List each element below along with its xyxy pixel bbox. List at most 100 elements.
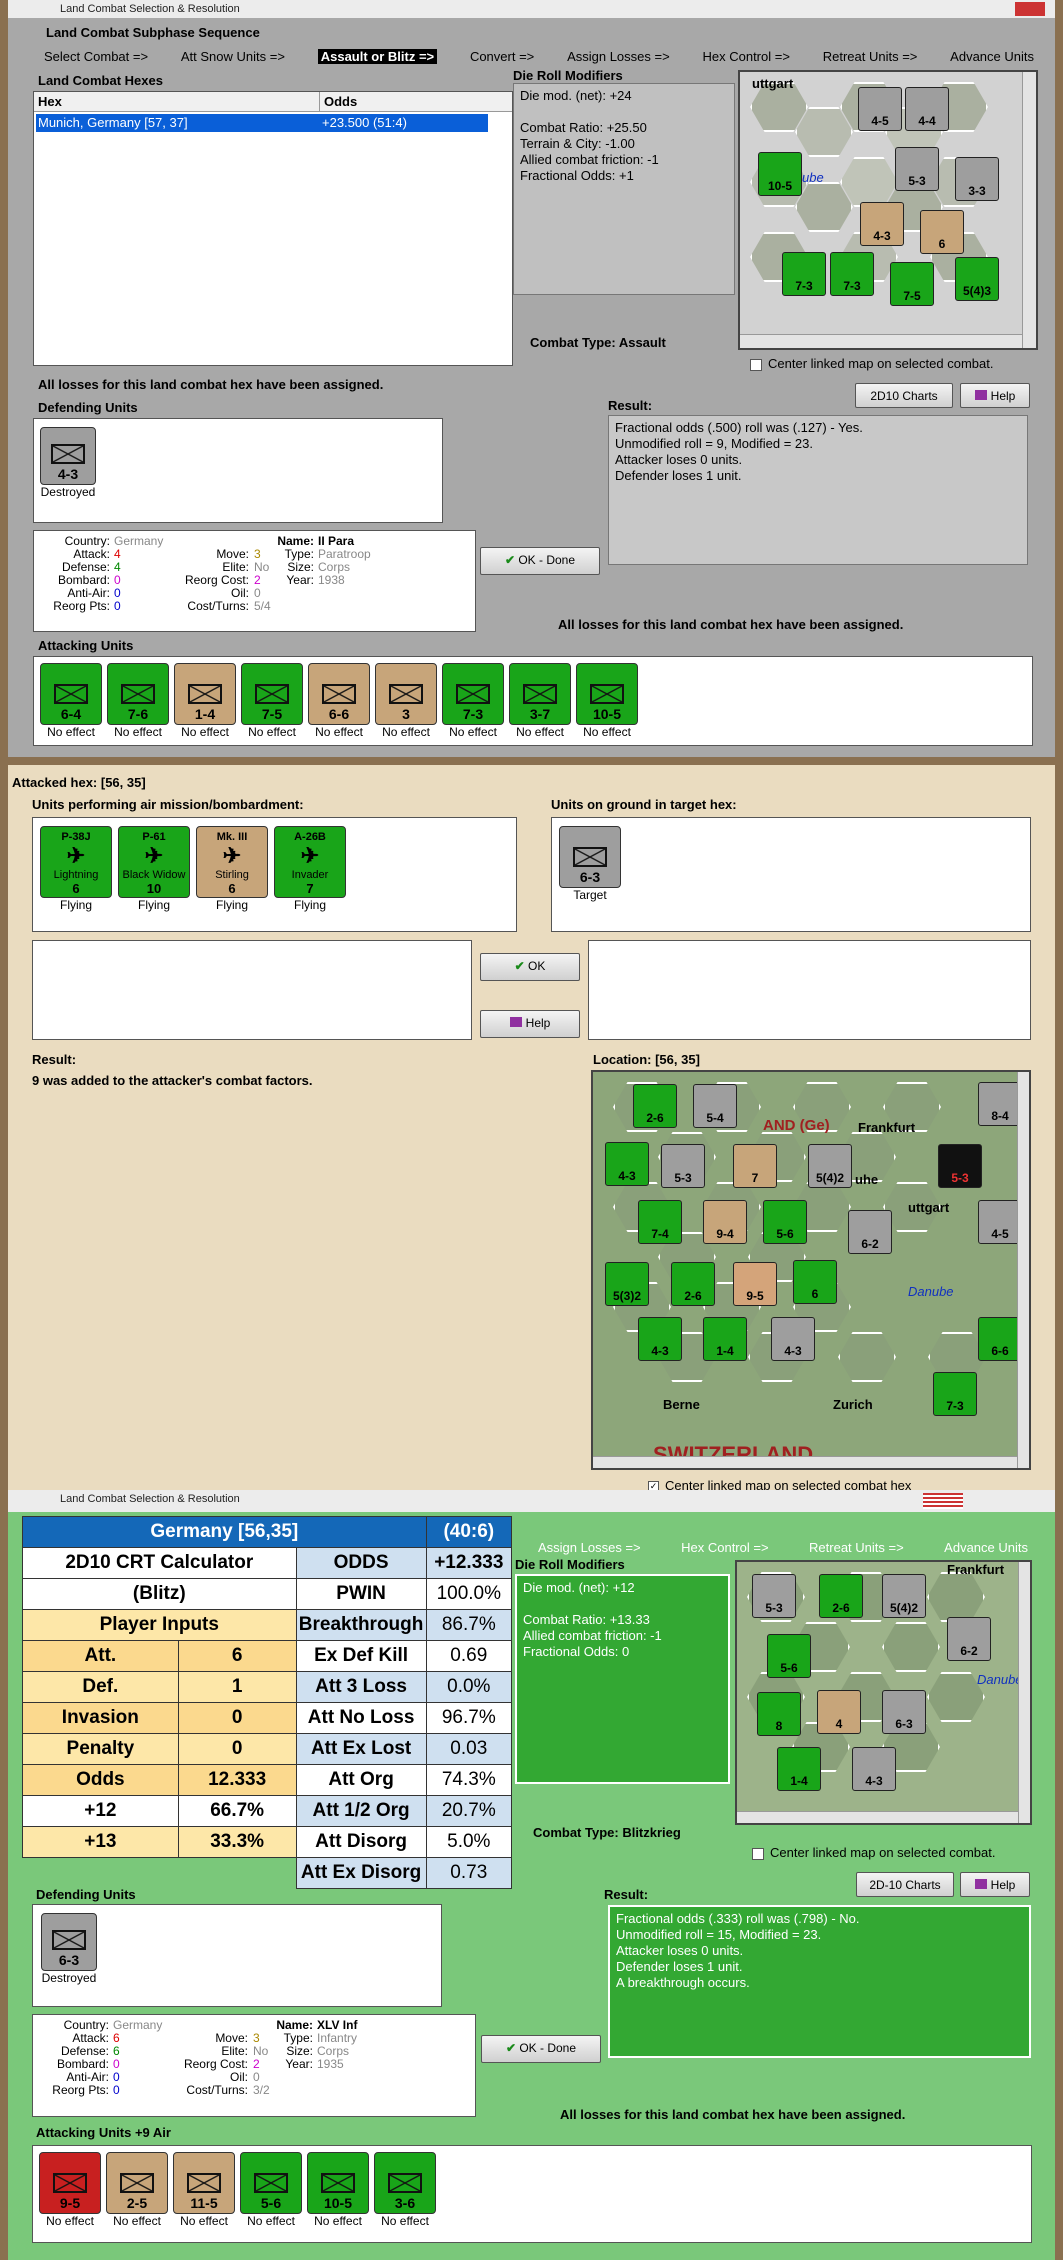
combat-hexes-list[interactable]: Hex Odds Munich, Germany [57, 37] +23.50… bbox=[33, 91, 513, 366]
unit-counter: 6-3 bbox=[41, 1913, 97, 1971]
crt-calc-sub: (Blitz) bbox=[22, 1578, 297, 1610]
info-key: Cost/Turns: bbox=[186, 2083, 248, 2097]
crt-input-value[interactable]: 6 bbox=[177, 1640, 297, 1672]
help-button[interactable]: Help bbox=[480, 1010, 580, 1038]
attacking-unit[interactable]: 6-6 No effect bbox=[306, 663, 372, 739]
help-button[interactable]: Help bbox=[960, 1872, 1030, 1897]
seq-assault-blitz[interactable]: Assault or Blitz => bbox=[317, 49, 438, 64]
seq-convert[interactable]: Convert => bbox=[470, 49, 534, 64]
strategic-map[interactable]: 2-6 5-4 8-4 4-3 5-3 7 5(4)2 5-3 7-4 9-4 … bbox=[591, 1070, 1031, 1470]
center-map-label: Center linked map on selected combat. bbox=[768, 356, 994, 371]
bottom-combat-window: Land Combat Selection & Resolution Assig… bbox=[0, 1490, 1063, 2260]
map-counter: 8-4 bbox=[978, 1082, 1022, 1126]
attacking-unit[interactable]: 11-5 No effect bbox=[171, 2152, 237, 2228]
attacking-unit[interactable]: 10-5 No effect bbox=[574, 663, 640, 739]
ok-done-button[interactable]: ✔ OK - Done bbox=[481, 2035, 601, 2063]
map-scrollbar-v[interactable] bbox=[1022, 72, 1036, 348]
attacking-unit[interactable]: 7-5 No effect bbox=[239, 663, 305, 739]
map-counter: 6-6 bbox=[978, 1317, 1022, 1361]
result-line: Defender loses 1 unit. bbox=[616, 1959, 743, 1974]
map-scrollbar-h[interactable] bbox=[593, 1456, 1029, 1468]
seq-retreat[interactable]: Retreat Units => bbox=[809, 1540, 904, 1555]
seq-att-snow[interactable]: Att Snow Units => bbox=[181, 49, 285, 64]
attacking-unit[interactable]: 10-5 No effect bbox=[305, 2152, 371, 2228]
attacking-unit[interactable]: 6-4 No effect bbox=[38, 663, 104, 739]
unit-status: No effect bbox=[583, 725, 631, 739]
ok-button[interactable]: ✔ OK bbox=[480, 953, 580, 981]
map-counter: 6 bbox=[793, 1260, 837, 1304]
attacking-unit[interactable]: 5-6 No effect bbox=[238, 2152, 304, 2228]
unit-value: 1-4 bbox=[194, 706, 216, 722]
air-unit-counter: A-26B ✈ Invader 7 bbox=[274, 826, 346, 898]
attacking-unit[interactable]: 7-6 No effect bbox=[105, 663, 171, 739]
seq-hex-control[interactable]: Hex Control => bbox=[702, 49, 789, 64]
crt-value: 100.0% bbox=[425, 1578, 513, 1610]
charts-button[interactable]: 2D10 Charts bbox=[855, 383, 953, 408]
map-counter: 5-4 bbox=[693, 1084, 737, 1128]
attacking-unit[interactable]: 3-6 No effect bbox=[372, 2152, 438, 2228]
unit-status: No effect bbox=[180, 2214, 228, 2228]
unit-counter: 2-5 bbox=[106, 2152, 168, 2214]
defender-unit[interactable]: 6-3 Destroyed bbox=[39, 1913, 99, 1985]
ground-unit[interactable]: 6-3 Target bbox=[558, 826, 622, 902]
air-unit[interactable]: P-61 ✈ Black Widow 10 Flying bbox=[117, 826, 191, 912]
checkbox-box[interactable] bbox=[752, 1847, 764, 1860]
seq-advance[interactable]: Advance Units bbox=[950, 49, 1034, 64]
charts-button[interactable]: 2D-10 Charts bbox=[856, 1872, 954, 1897]
unit-status: No effect bbox=[47, 725, 95, 739]
air-unit[interactable]: A-26B ✈ Invader 7 Flying bbox=[273, 826, 347, 912]
combat-minimap[interactable]: 5-3 2-6 5(4)2 6-2 5-6 8 4 6-3 1-4 4-3 Fr… bbox=[735, 1560, 1032, 1825]
crt-key: Breakthrough bbox=[295, 1609, 427, 1641]
crt-header-left: Germany [56,35] bbox=[22, 1516, 427, 1548]
checkbox-box[interactable] bbox=[750, 358, 762, 371]
defender-unit[interactable]: 4-3 Destroyed bbox=[38, 427, 98, 499]
seq-select-combat[interactable]: Select Combat => bbox=[44, 49, 148, 64]
attacking-unit[interactable]: 1-4 No effect bbox=[172, 663, 238, 739]
combat-minimap[interactable]: 10-5 4-5 4-4 5-3 3-3 4-3 6 7-3 7-3 7-5 5… bbox=[738, 70, 1038, 350]
seq-assign-losses[interactable]: Assign Losses => bbox=[567, 49, 670, 64]
crt-input-value[interactable]: 0 bbox=[177, 1702, 297, 1734]
col-hex[interactable]: Hex bbox=[34, 92, 320, 111]
seq-retreat[interactable]: Retreat Units => bbox=[823, 49, 918, 64]
help-button[interactable]: Help bbox=[960, 383, 1030, 408]
map-counter: 2-6 bbox=[633, 1084, 677, 1128]
crt-value: +12.333 bbox=[425, 1547, 513, 1579]
map-counter: 5-6 bbox=[763, 1200, 807, 1244]
info-col-3: Name: Type: Size: Year: bbox=[263, 2019, 313, 2071]
info-col-1-values: Germany 4 4 0 0 0 bbox=[114, 535, 163, 613]
drm-box: Die mod. (net): +12 Combat Ratio: +13.33… bbox=[515, 1574, 730, 1784]
map-scrollbar-h[interactable] bbox=[740, 334, 1036, 348]
map-scrollbar-h[interactable] bbox=[737, 1811, 1030, 1823]
seq-advance[interactable]: Advance Units bbox=[944, 1540, 1028, 1555]
center-map-checkbox[interactable]: Center linked map on selected combat. bbox=[750, 356, 993, 371]
unit-counter: 4-3 bbox=[40, 427, 96, 485]
attacking-unit[interactable]: 3-7 No effect bbox=[507, 663, 573, 739]
col-odds[interactable]: Odds bbox=[320, 92, 361, 111]
center-map-checkbox[interactable]: Center linked map on selected combat. bbox=[752, 1845, 995, 1860]
attacking-unit[interactable]: 2-5 No effect bbox=[104, 2152, 170, 2228]
map-counter: 5(4)3 bbox=[955, 257, 999, 301]
seq-hex-control[interactable]: Hex Control => bbox=[681, 1540, 768, 1555]
map-scrollbar-v[interactable] bbox=[1018, 1562, 1030, 1823]
result-label: Result: bbox=[608, 398, 653, 413]
map-scrollbar-v[interactable] bbox=[1017, 1072, 1029, 1468]
attacking-unit[interactable]: 9-5 No effect bbox=[37, 2152, 103, 2228]
air-unit[interactable]: Mk. III ✈ Stirling 6 Flying bbox=[195, 826, 269, 912]
checkbox-box[interactable]: ✓ bbox=[648, 1481, 659, 1490]
crt-input-value[interactable]: 0 bbox=[177, 1733, 297, 1765]
center-map-checkbox[interactable]: ✓ Center linked map on selected combat he… bbox=[648, 1478, 911, 1490]
seq-assign-losses[interactable]: Assign Losses => bbox=[538, 1540, 641, 1555]
unit-symbol-icon bbox=[121, 684, 155, 704]
attacking-unit[interactable]: 7-3 No effect bbox=[440, 663, 506, 739]
result-line: Defender loses 1 unit. bbox=[615, 468, 742, 483]
map-hex bbox=[927, 1572, 985, 1622]
crt-input-value[interactable]: 1 bbox=[177, 1671, 297, 1703]
map-counter: 4-3 bbox=[638, 1317, 682, 1361]
air-unit[interactable]: P-38J ✈ Lightning 6 Flying bbox=[39, 826, 113, 912]
map-counter: 8 bbox=[757, 1692, 801, 1736]
map-counter: 2-6 bbox=[819, 1574, 863, 1618]
info-value: 3/2 bbox=[253, 2083, 270, 2097]
attacking-unit[interactable]: 3 No effect bbox=[373, 663, 439, 739]
hexes-row-selected[interactable]: Munich, Germany [57, 37] +23.500 (51:4) bbox=[36, 114, 488, 132]
ok-done-button[interactable]: ✔ OK - Done bbox=[480, 547, 600, 575]
